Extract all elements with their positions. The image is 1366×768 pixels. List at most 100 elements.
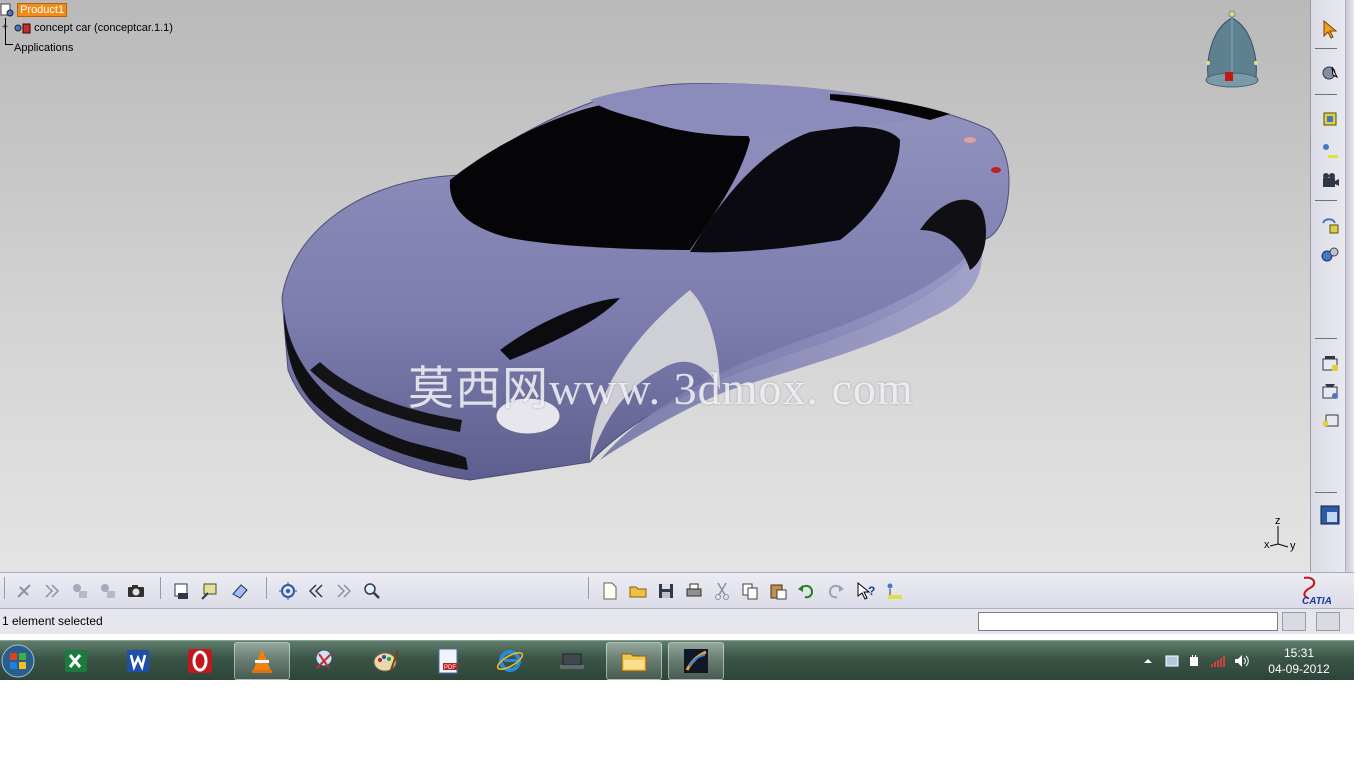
taskbar-vlc[interactable] [234,642,290,680]
new-product-button[interactable] [1317,106,1343,132]
save-button[interactable] [654,579,678,603]
snap-button[interactable] [1317,60,1343,86]
catalog-button[interactable] [1317,242,1343,268]
compass-icon[interactable] [1198,8,1262,92]
tray-power-button[interactable] [1186,653,1202,669]
svg-text:PDF: PDF [444,665,456,671]
scrollbar-edge[interactable] [1345,0,1354,572]
copy-view-button[interactable] [68,579,92,603]
whats-this-icon: ? [857,581,875,600]
catia-logo-text: CATIA [1302,596,1332,606]
paste-button[interactable] [766,579,790,603]
paste-view-button[interactable] [96,579,120,603]
cut-icon [715,582,729,600]
fly-mode-icon [17,584,31,598]
properties-icon [887,583,902,599]
sketch-tracker-button[interactable] [170,579,194,603]
sync-icon [1165,655,1179,667]
toolbar-separator [1315,94,1337,95]
publication-button[interactable] [1317,406,1343,432]
select-button[interactable] [1317,16,1343,42]
next-button[interactable] [40,579,64,603]
axis-x-label: x [1264,539,1270,551]
fit-all-button[interactable] [276,579,300,603]
tree-child-label[interactable]: concept car (conceptcar.1.1) [34,22,173,34]
toolbar-separator [1315,48,1337,49]
command-enter-button[interactable] [1282,612,1306,631]
view-button[interactable] [1317,502,1343,528]
tray-sync-button[interactable] [1164,653,1180,669]
taskbar-catia[interactable] [668,642,724,680]
taskbar-clock[interactable]: 15:31 04-09-2012 [1260,645,1338,677]
taskbar-opera[interactable] [172,642,228,680]
taskbar-snipping-tool[interactable] [296,642,352,680]
signal-bars-icon [1211,656,1225,667]
tray-network-button[interactable] [1210,653,1226,669]
tree-connector-end [5,44,13,45]
tree-applications-row[interactable]: Applications [14,40,73,56]
previous-button[interactable] [304,579,328,603]
copy-button[interactable] [738,579,762,603]
toolbar-handle[interactable] [588,577,589,599]
tree-root-row[interactable]: Product1 [0,2,68,18]
speaker-icon [1235,655,1249,667]
show-hidden-icons-button[interactable] [1140,653,1156,669]
catia-logo: CATIA [1302,576,1332,606]
part-icon [14,23,31,34]
expand-plus-icon[interactable]: + [0,23,10,33]
right-toolbar [1310,0,1354,572]
shop-button[interactable] [198,579,222,603]
clock-date: 04-09-2012 [1268,662,1330,676]
scenes-icon [1322,356,1338,371]
undo-button[interactable] [794,579,818,603]
analysis-button[interactable] [1317,378,1343,404]
whats-this-button[interactable]: ? [854,579,878,603]
paste-icon [770,584,787,600]
power-plug-icon [1190,655,1198,666]
tree-root-label[interactable]: Product1 [17,3,68,17]
camera-button[interactable] [1317,168,1343,194]
new-file-button[interactable] [598,579,622,603]
cut-button[interactable] [710,579,734,603]
taskbar-pdf[interactable]: PDF [420,642,476,680]
taskbar-internet-explorer[interactable] [482,642,538,680]
view-icon [1320,505,1340,525]
open-file-button[interactable] [626,579,650,603]
toolbar-separator [1315,492,1337,493]
power-input-field[interactable] [978,612,1278,631]
3d-viewport[interactable]: Product1 + concept car (conceptcar.1.1) … [0,0,1310,572]
taskbar-explorer[interactable] [606,642,662,680]
internet-explorer-icon [496,650,524,672]
tree-child-row[interactable]: + concept car (conceptcar.1.1) [0,20,173,36]
concept-car-model[interactable] [270,70,1030,500]
properties-button[interactable] [882,579,906,603]
scenes-button[interactable] [1317,350,1343,376]
taskbar-word[interactable] [110,642,166,680]
taskbar-paint[interactable] [358,642,414,680]
taskbar-excel[interactable] [48,642,104,680]
new-product-icon [1323,112,1337,126]
tree-applications-label[interactable]: Applications [14,42,73,54]
toolbar-handle[interactable] [4,577,5,599]
forward-button[interactable] [332,579,356,603]
copy-icon [742,583,758,600]
command-options-button[interactable] [1316,612,1340,631]
replace-component-button[interactable] [1317,212,1343,238]
axis-triad: z x y [1262,515,1302,554]
opera-icon [188,649,212,673]
fly-mode-button[interactable] [12,579,36,603]
insert-component-button[interactable] [1317,138,1343,164]
zoom-button[interactable] [360,579,384,603]
redo-icon [828,584,844,599]
print-button[interactable] [682,579,706,603]
forward-icon [337,584,352,598]
new-file-icon [603,582,617,600]
sketch-tracker-icon [174,583,188,599]
eraser-button[interactable] [228,579,252,603]
taskbar-network[interactable] [544,642,600,680]
capture-button[interactable] [124,579,148,603]
network-icon [560,653,584,669]
tray-volume-button[interactable] [1234,653,1250,669]
redo-button[interactable] [824,579,848,603]
start-button[interactable] [0,641,42,680]
